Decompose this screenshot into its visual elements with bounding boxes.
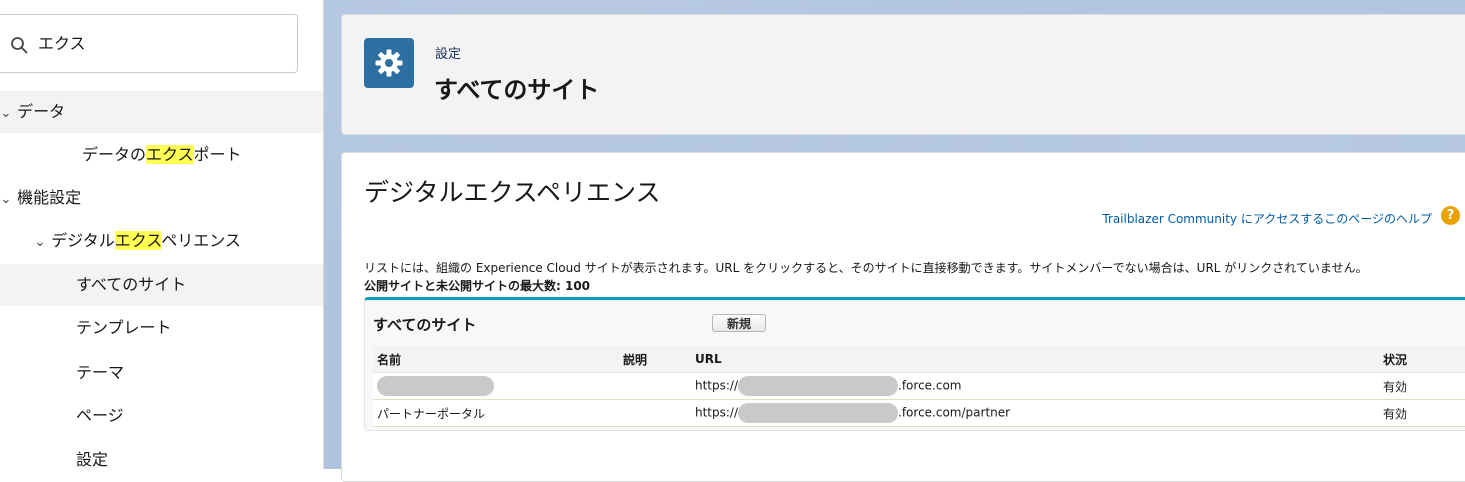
site-status-cell: 有効 [1379,399,1465,427]
redacted-url-segment [738,376,899,396]
sidebar-item-label: データ [17,102,66,121]
sidebar-item-label: テーマ [76,363,125,382]
column-header-status[interactable]: 状況 [1379,346,1465,373]
sidebar-item-all-sites[interactable]: すべてのサイト [0,264,323,306]
table-row: https:// .force.com 有効 [373,372,1465,400]
sidebar-item-feature-settings[interactable]: ⌄ 機能設定 [0,177,323,219]
column-header-url[interactable]: URL [691,346,1379,373]
sidebar-item-templates[interactable]: テンプレート [0,307,323,349]
quick-find-box[interactable] [0,14,298,73]
gear-icon [375,49,403,77]
url-suffix: .force.com [898,378,962,393]
site-name: パートナーポータル [377,406,486,421]
sidebar-item-label-prefix: データの [82,145,147,164]
max-sites-text: 公開サイトと未公開サイトの最大数: 100 [364,279,591,293]
search-icon [11,37,28,54]
site-url-cell[interactable]: https:// .force.com/partner [691,399,1379,427]
description-text: リストには、組織の Experience Cloud サイトが表示されます。UR… [364,261,1368,275]
sidebar-item-label: 設定 [76,450,109,469]
page-title: すべてのサイト [434,76,600,104]
sidebar-item-label: テンプレート [76,318,172,337]
site-status-cell: 有効 [1379,372,1465,400]
sidebar-item-digital-experiences[interactable]: ⌄ デジタルエクスペリエンス [0,220,323,262]
chevron-down-icon: ⌄ [0,106,12,121]
url-prefix: https:// [695,405,739,420]
quick-find-input[interactable] [38,32,278,51]
table-row: パートナーポータル https:// .force.com/partner 有効 [373,399,1465,427]
main-content-area: 設定 すべてのサイト デジタルエクスペリエンス Trailblazer Comm… [324,0,1465,482]
list-title: すべてのサイト [373,316,477,334]
help-icon[interactable]: ? [1441,206,1460,225]
page-header: 設定 すべてのサイト [341,14,1465,135]
sidebar-item-settings[interactable]: 設定 [0,439,323,469]
all-sites-list: すべてのサイト 新規 名前 説明 URL 状況 https:// .force.… [364,297,1465,431]
help-link[interactable]: Trailblazer Community にアクセスするこのページのヘルプ [1102,210,1432,227]
site-description-cell [619,399,691,427]
setup-sidebar: ⌄ データ データのエクスポート ⌄ 機能設定 ⌄ デジタルエクスペリエンス す… [0,0,324,469]
url-suffix: .force.com/partner [898,405,1011,420]
chevron-down-icon: ⌄ [34,235,46,250]
content-panel: デジタルエクスペリエンス Trailblazer Community にアクセス… [341,152,1465,482]
sidebar-item-data-export[interactable]: データのエクスポート [0,134,323,176]
column-header-description[interactable]: 説明 [619,346,691,373]
sidebar-item-themes[interactable]: テーマ [0,352,323,394]
site-description-cell [619,372,691,400]
url-prefix: https:// [695,378,739,393]
site-url-cell[interactable]: https:// .force.com [691,372,1379,400]
table-header-row: 名前 説明 URL 状況 [373,346,1465,373]
sidebar-item-label: ページ [76,406,124,425]
site-name-cell[interactable] [373,372,619,400]
sites-table: 名前 説明 URL 状況 https://.force.com 有効 パートナー… [373,346,1465,427]
sidebar-item-pages[interactable]: ページ [0,395,323,437]
sidebar-item-label: 機能設定 [17,188,82,207]
content-title: デジタルエクスペリエンス [364,178,661,207]
sidebar-item-label: すべてのサイト [76,275,187,294]
header-icon-tile [364,38,414,88]
breadcrumb: 設定 [435,47,462,62]
sidebar-item-data[interactable]: ⌄ データ [0,91,323,133]
chevron-down-icon: ⌄ [0,192,12,207]
sidebar-item-label-suffix: ペリエンス [161,231,241,250]
sidebar-item-label-suffix: ポート [193,145,242,164]
redacted-site-name [377,376,494,396]
redacted-url-segment [738,403,899,423]
search-highlight: エクス [114,231,162,250]
new-site-button[interactable]: 新規 [712,314,766,332]
sidebar-item-label-prefix: デジタル [51,231,115,250]
site-name-cell[interactable]: パートナーポータル [373,399,619,427]
column-header-name[interactable]: 名前 [373,346,619,373]
search-highlight: エクス [146,145,194,164]
